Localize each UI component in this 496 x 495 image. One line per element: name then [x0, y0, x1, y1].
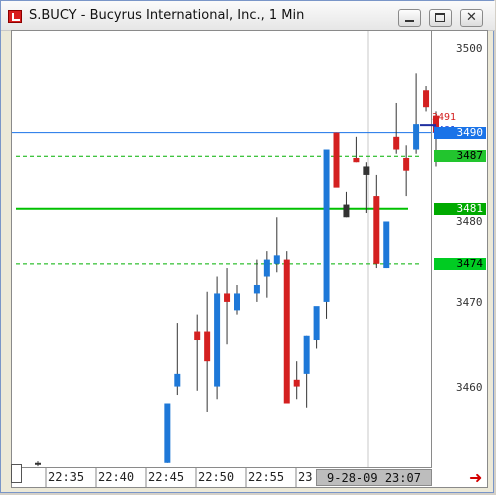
candle-body	[423, 90, 430, 108]
candle-body	[253, 284, 260, 294]
candle-body	[413, 124, 420, 150]
candle-body	[263, 259, 270, 277]
time-tick-label: 22:55	[248, 470, 285, 484]
candle-body	[353, 157, 360, 163]
candle-body	[174, 373, 181, 387]
candle-body	[403, 157, 410, 171]
price-level-label: 3490	[434, 126, 486, 139]
time-tick-label: 23	[298, 470, 313, 484]
candle-body	[224, 293, 231, 302]
scroll-handle[interactable]	[11, 464, 22, 483]
candle-body	[164, 403, 171, 463]
candle-body	[273, 255, 280, 264]
candle-body	[204, 331, 211, 362]
price-tick-label: 3460	[456, 380, 483, 394]
candle-body	[283, 259, 290, 404]
time-tick-label: 22:35	[48, 470, 85, 484]
price-tick-label: 3500	[456, 41, 483, 55]
candle-body	[363, 166, 370, 175]
candle-body	[343, 204, 350, 218]
candle-body	[323, 149, 330, 302]
candle-body	[373, 196, 380, 264]
bid-annotation: 3491	[432, 112, 456, 123]
candle-body	[234, 293, 240, 311]
candle-body	[393, 136, 400, 150]
candlestick-chart[interactable]: 3491 3481	[0, 0, 496, 495]
time-tick-label: 22:50	[198, 470, 235, 484]
price-tick-label: 3480	[456, 215, 483, 229]
candle-body	[333, 132, 340, 188]
scroll-right-arrow-icon[interactable]: ➜	[469, 468, 482, 487]
price-level-label: 3487	[434, 150, 486, 163]
price-tick-label: 3470	[456, 295, 483, 309]
time-tick-label: 22:40	[98, 470, 135, 484]
price-level-label: 3474	[434, 257, 486, 270]
candle-body	[303, 335, 310, 374]
cursor-time-label: 9-28-09 23:07	[316, 469, 432, 486]
candle-body	[35, 462, 41, 465]
time-tick-label: 22:45	[148, 470, 185, 484]
price-level-label: 3481	[434, 202, 486, 215]
candle-body	[293, 379, 300, 387]
candle-body	[214, 293, 221, 387]
candle-body	[194, 331, 201, 341]
candle-body	[313, 306, 320, 341]
candle-body	[383, 221, 390, 269]
